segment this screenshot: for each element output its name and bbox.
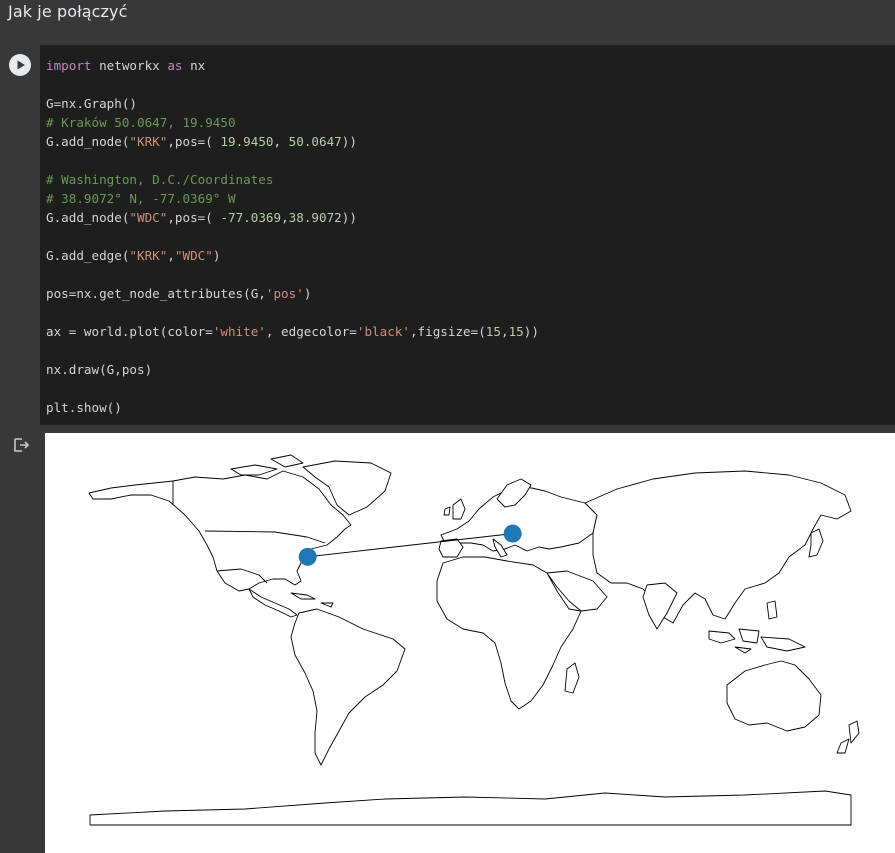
indonesia-islands: [708, 628, 806, 654]
code-line: G.add_node("WDC",pos=( -77.0369,38.9072)…: [46, 210, 357, 225]
arctic-islands: [230, 454, 304, 476]
new-zealand-outline: [836, 720, 860, 754]
code-line: pos=nx.get_node_attributes(G,'pos'): [46, 286, 312, 301]
output-redirect-icon[interactable]: [13, 437, 31, 453]
caribbean-islands: [290, 592, 334, 608]
south-america-outline: [290, 608, 406, 766]
code-line: plt.show(): [46, 400, 122, 415]
notebook-header: Jak je połączyć: [0, 0, 895, 44]
antarctica-outline: [89, 790, 852, 826]
japan-outline: [808, 528, 824, 558]
central-america-outline: [248, 588, 298, 618]
land-outlines: [88, 454, 860, 826]
code-line: # Kraków 50.0647, 19.9450: [46, 115, 236, 130]
node-WDC: [298, 547, 317, 566]
node-KRK: [503, 524, 522, 543]
run-cell-button[interactable]: [9, 54, 31, 76]
code-line: G.add_edge("KRK","WDC"): [46, 248, 221, 263]
code-line: ax = world.plot(color='white', edgecolor…: [46, 324, 539, 339]
code-line: G.add_node("KRK",pos=( 19.9450, 50.0647)…: [46, 134, 357, 149]
code-line: # Washington, D.C./Coordinates: [46, 172, 274, 187]
code-line: nx.draw(G,pos): [46, 362, 153, 377]
code-editor[interactable]: import networkx as nx G=nx.Graph() # Krak…: [46, 56, 539, 417]
code-line: # 38.9072° N, -77.0369° W: [46, 191, 236, 206]
code-cell[interactable]: import networkx as nx G=nx.Graph() # Krak…: [40, 45, 895, 425]
british-isles: [443, 498, 466, 520]
world-map-plot: [88, 454, 860, 826]
section-title: Jak je połączyć: [8, 2, 128, 21]
philippines-outline: [766, 600, 778, 620]
code-line: import networkx as nx: [46, 58, 206, 73]
code-line: G=nx.Graph(): [46, 96, 137, 111]
play-icon: [17, 60, 25, 70]
madagascar-outline: [564, 662, 580, 694]
australia-outline: [726, 660, 822, 732]
